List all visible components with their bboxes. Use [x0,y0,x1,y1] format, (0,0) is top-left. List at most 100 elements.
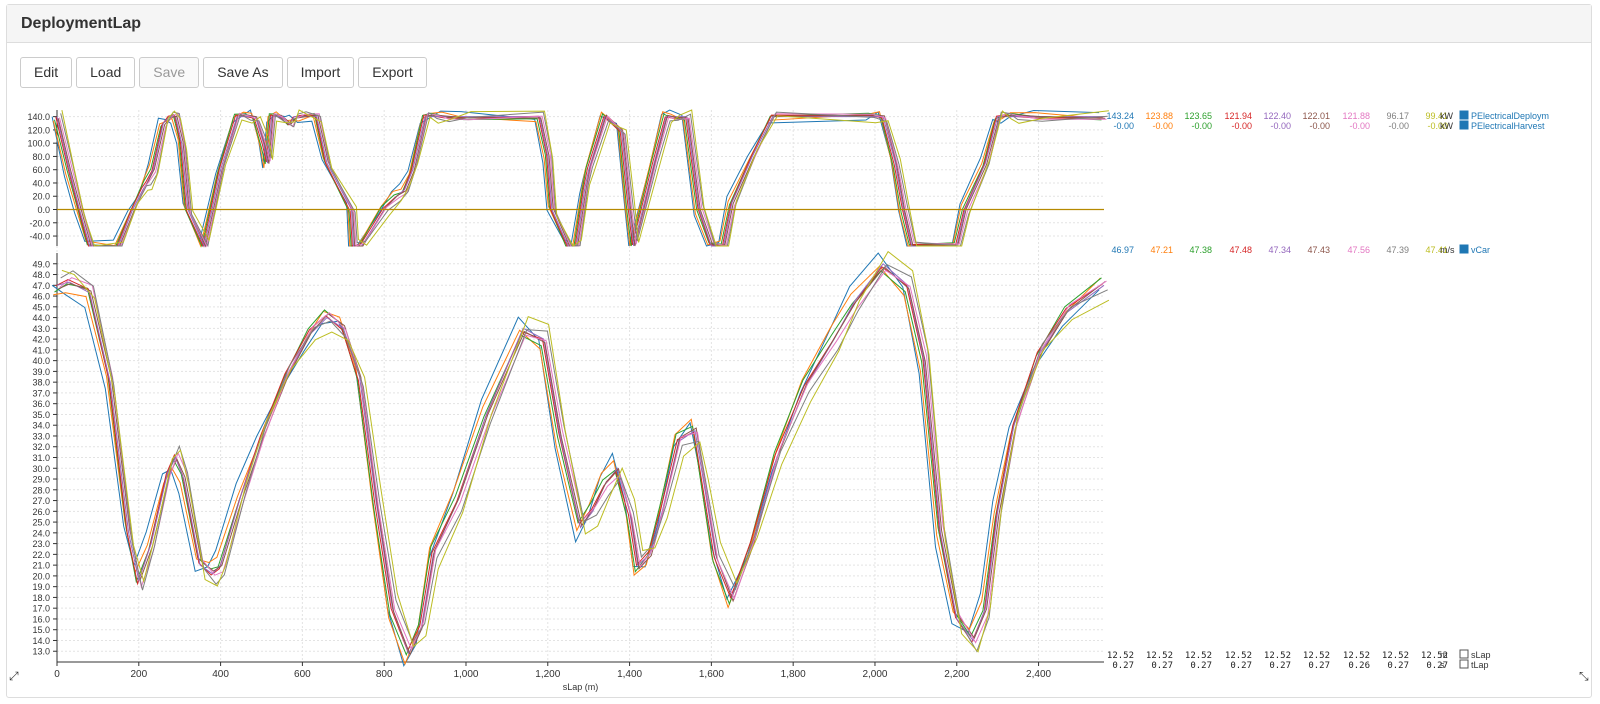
readout-value: 0.27 [1190,661,1212,671]
y-tick-label: 43.0 [32,324,50,334]
y-tick-label: 48.0 [32,270,50,280]
readout-value: 46.97 [1111,245,1134,255]
readout-value: -0.00 [1152,121,1173,131]
x-axis-label: sLap (m) [563,682,599,692]
readout-value: -0.00 [1349,121,1370,131]
resize-diagonal-icon[interactable]: ⤡ [1579,669,1589,684]
legend-label: PElectricalHarvest [1471,121,1545,131]
y-tick-label: 100.0 [27,139,50,149]
readout-value: 12.52 [1303,651,1330,661]
readout-value: 47.48 [1229,245,1252,255]
legend-checkbox [1459,110,1469,120]
x-tick-label: 1,200 [535,669,560,680]
readout-value: 121.88 [1342,111,1370,121]
y-tick-label: 25.0 [32,518,50,528]
y-tick-label: 47.0 [32,281,50,291]
y-tick-label: 41.0 [32,345,50,355]
readout-value: -0.00 [1113,121,1134,131]
readout-value: 0.27 [1387,661,1409,671]
legend-checkbox [1459,649,1469,659]
x-tick-label: 1,400 [617,669,642,680]
x-tick-label: 2,200 [944,669,969,680]
readout-value: 12.52 [1146,651,1173,661]
y-tick-label: -40.0 [29,232,50,242]
resize-diagonal-icon[interactable]: ⤢ [9,669,19,684]
readout-value: 0.27 [1426,661,1448,671]
y-tick-label: 45.0 [32,302,50,312]
readout-value: 96.17 [1386,111,1409,121]
y-tick-label: 35.0 [32,410,50,420]
y-tick-label: 49.0 [32,259,50,269]
x-tick-label: 1,600 [699,669,724,680]
readout-value: -0.00 [1191,121,1212,131]
y-tick-label: 16.0 [32,614,50,624]
series-line-vCar-6 [57,266,1106,656]
readout-value: 12.52 [1264,651,1291,661]
y-tick-label: 30.0 [32,464,50,474]
readout-value: 0.27 [1151,661,1173,671]
y-tick-label: 24.0 [32,528,50,538]
y-tick-label: 36.0 [32,399,50,409]
readout-unit: m [1440,650,1448,660]
readout-value: -0.00 [1270,121,1291,131]
readout-unit: kW [1440,121,1454,131]
readout-unit: kW [1440,111,1454,121]
y-tick-label: 0.0 [37,205,50,215]
readout-value: -0.00 [1231,121,1252,131]
readout-value: 0.27 [1230,661,1252,671]
y-tick-label: 14.0 [32,636,50,646]
legend-label: tLap [1471,660,1489,670]
y-tick-label: 39.0 [32,367,50,377]
x-tick-label: 600 [294,669,311,680]
legend-checkbox [1459,659,1469,669]
y-tick-label: 42.0 [32,335,50,345]
readout-value: 123.65 [1184,111,1212,121]
legend-checkbox [1459,120,1469,130]
y-tick-label: 19.0 [32,582,50,592]
readout-value: 12.52 [1185,651,1212,661]
y-tick-label: 28.0 [32,485,50,495]
readout-value: 0.27 [1112,661,1134,671]
readout-value: -0.00 [1309,121,1330,131]
readout-value: 0.26 [1348,661,1370,671]
y-tick-label: 26.0 [32,507,50,517]
y-tick-label: 31.0 [32,453,50,463]
readout-value: 12.52 [1382,651,1409,661]
y-tick-label: 21.0 [32,561,50,571]
series-line-vCar-1 [51,252,1100,667]
y-tick-label: 60.0 [32,165,50,175]
series-line-vCar-2 [53,265,1101,666]
readout-value: 47.21 [1150,245,1173,255]
y-tick-label: 13.0 [32,647,50,657]
y-tick-label: 40.0 [32,356,50,366]
y-tick-label: 27.0 [32,496,50,506]
x-tick-label: 1,800 [781,669,806,680]
y-tick-label: 38.0 [32,378,50,388]
lap-chart[interactable]: 0 200 400 600 800 1,000 1,200 1,400 1,600 1,800 2,… [0,0,1600,704]
readout-value: 121.94 [1224,111,1252,121]
y-tick-label: 120.0 [27,125,50,135]
legend-label: PElectricalDeploym [1471,111,1549,121]
y-tick-label: 80.0 [32,152,50,162]
readout-value: 0.27 [1308,661,1330,671]
legend-label: vCar [1471,245,1490,255]
y-tick-label: 40.0 [32,178,50,188]
readout-value: 12.52 [1343,651,1370,661]
readout-value: 47.39 [1386,245,1409,255]
y-tick-label: 44.0 [32,313,50,323]
series-line-vCar-5 [56,263,1105,655]
readout-value: 47.56 [1347,245,1370,255]
series-line-vCar-7 [59,269,1107,650]
readout-value: 47.34 [1268,245,1291,255]
readout-value: 122.40 [1263,111,1291,121]
readout-unit: m/s [1440,245,1455,255]
y-tick-label: 20.0 [32,571,50,581]
readout-value: 0.27 [1269,661,1291,671]
y-tick-label: 140.0 [27,112,50,122]
readout-value: 123.88 [1145,111,1173,121]
y-tick-label: 37.0 [32,388,50,398]
x-tick-label: 400 [212,669,229,680]
y-tick-label: 20.0 [32,192,50,202]
y-tick-label: 22.0 [32,550,50,560]
legend-checkbox [1459,244,1469,254]
